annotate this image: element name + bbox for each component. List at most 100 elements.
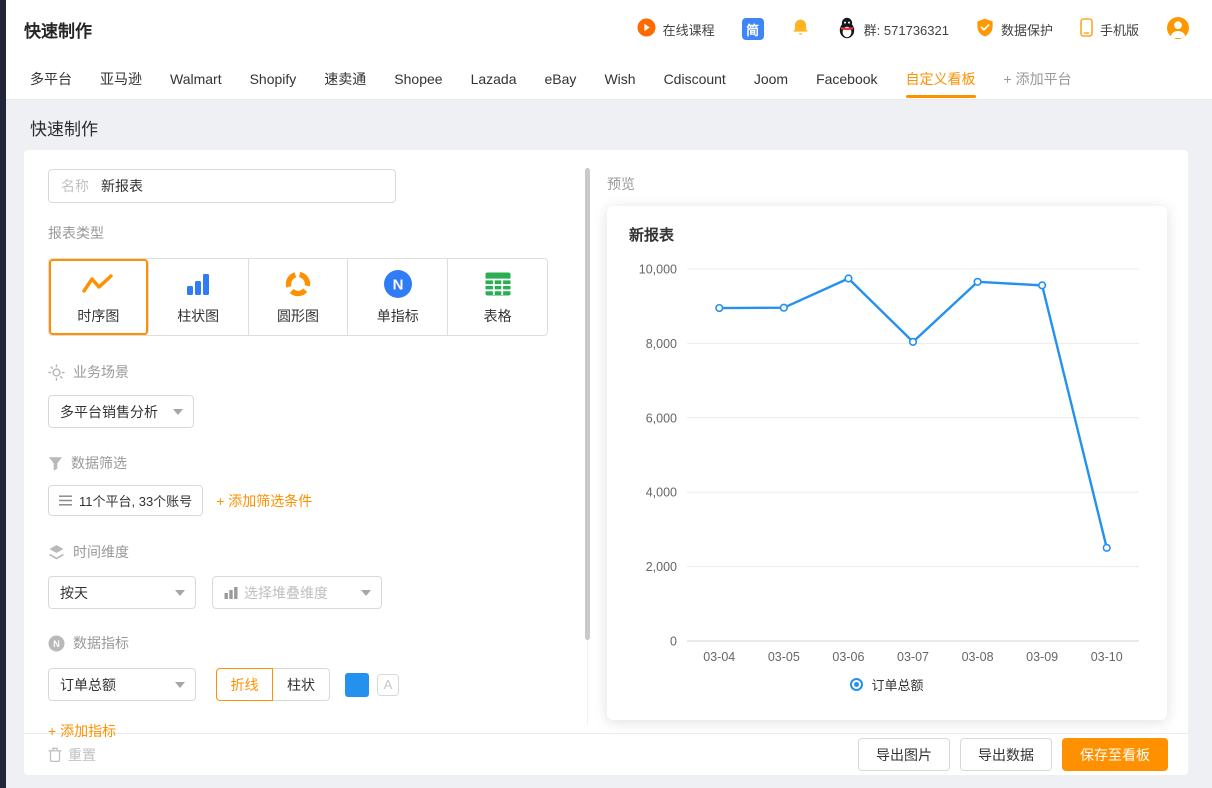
report-name-field: 名称: [48, 169, 396, 203]
user-avatar[interactable]: [1166, 16, 1190, 43]
nav-tab-shopify[interactable]: Shopify: [250, 58, 297, 100]
preview-label: 预览: [607, 174, 1188, 194]
chart-legend[interactable]: 订单总额: [607, 675, 1167, 694]
nav-add-platform[interactable]: + 添加平台: [1004, 58, 1072, 100]
nav-tab-label: Wish: [604, 71, 635, 87]
nav-tab-shopee[interactable]: Shopee: [394, 58, 442, 100]
name-label: 名称: [61, 176, 89, 196]
svg-text:03-04: 03-04: [703, 650, 735, 664]
style-bar-option[interactable]: 柱状: [273, 668, 330, 701]
scene-section-head: 业务场景: [48, 362, 590, 382]
hamburger-icon: [59, 495, 72, 506]
time-granularity-select[interactable]: 按天: [48, 576, 196, 609]
top-header: 快速制作 在线课程 简: [6, 0, 1212, 58]
online-course-link[interactable]: 在线课程: [637, 18, 715, 40]
chevron-down-icon: [175, 590, 185, 596]
save-to-dashboard-button[interactable]: 保存至看板: [1062, 738, 1168, 771]
avatar-icon: [1166, 16, 1190, 43]
metric-select[interactable]: 订单总额: [48, 668, 196, 701]
card-body: 名称 报表类型 时序图 柱状图: [24, 150, 1188, 733]
style-line-label: 折线: [231, 675, 259, 695]
bar-chart-icon: [185, 269, 211, 299]
nav-tab-facebook[interactable]: Facebook: [816, 58, 877, 100]
data-protection-label: 数据保护: [1001, 20, 1053, 39]
type-label: 表格: [484, 306, 512, 326]
lang-badge-label: 简: [746, 20, 759, 39]
nav-tab-multiplatform[interactable]: 多平台: [30, 58, 72, 100]
type-bar-chart[interactable]: 柱状图: [149, 259, 249, 335]
stack-dimension-select[interactable]: 选择堆叠维度: [212, 576, 382, 609]
nav-tab-joom[interactable]: Joom: [754, 58, 788, 100]
simplified-chinese-badge[interactable]: 简: [742, 18, 764, 40]
platform-filter-button[interactable]: 11个平台, 33个账号: [48, 485, 203, 516]
nav-tab-lazada[interactable]: Lazada: [471, 58, 517, 100]
add-metric-link[interactable]: + 添加指标: [48, 721, 116, 741]
stack-dimension-placeholder: 选择堆叠维度: [244, 583, 328, 603]
qq-group[interactable]: 群: 571736321: [837, 17, 949, 42]
nav-tab-aliexpress[interactable]: 速卖通: [324, 58, 366, 100]
svg-text:8,000: 8,000: [646, 337, 677, 351]
export-data-button[interactable]: 导出数据: [960, 738, 1052, 771]
page-title: 快速制作: [6, 100, 1212, 150]
type-pie-chart[interactable]: 圆形图: [249, 259, 349, 335]
nav-tab-label: Joom: [754, 71, 788, 87]
shield-check-icon: [976, 18, 994, 41]
nav-tab-label: 自定义看板: [906, 69, 976, 89]
nav-tab-walmart[interactable]: Walmart: [170, 58, 222, 100]
reset-button[interactable]: 重置: [48, 745, 96, 765]
svg-text:03-09: 03-09: [1026, 650, 1058, 664]
mobile-version[interactable]: 手机版: [1080, 18, 1139, 40]
nav-tab-label: Facebook: [816, 71, 877, 87]
nav-tab-label: eBay: [545, 71, 577, 87]
platform-nav: 多平台 亚马逊 Walmart Shopify 速卖通 Shopee Lazad…: [6, 58, 1212, 100]
add-filter-link[interactable]: + 添加筛选条件: [216, 491, 312, 511]
metric-row: 订单总额 折线 柱状 A: [48, 668, 590, 701]
filter-value: 11个平台, 33个账号: [79, 491, 192, 510]
nav-tab-label: Cdiscount: [664, 71, 726, 87]
scene-value: 多平台销售分析: [60, 402, 158, 422]
chart-title: 新报表: [607, 206, 1167, 245]
svg-text:0: 0: [670, 635, 677, 649]
bell-icon: [791, 18, 810, 41]
n-circle-icon: N: [383, 269, 413, 299]
time-dim-section-head: 时间维度: [48, 542, 590, 562]
type-label: 时序图: [77, 306, 119, 326]
filter-label: 数据筛选: [71, 453, 127, 473]
report-type-label: 报表类型: [48, 223, 590, 243]
nav-tab-label: + 添加平台: [1004, 69, 1072, 89]
preview-pane: 预览 新报表 02,0004,0006,0008,00010,00003-040…: [590, 150, 1188, 733]
nav-tab-custom-dashboard[interactable]: 自定义看板: [906, 58, 976, 100]
chevron-down-icon: [175, 682, 185, 688]
nav-tab-amazon[interactable]: 亚马逊: [100, 58, 142, 100]
style-line-option[interactable]: 折线: [216, 668, 273, 701]
legend-marker-icon: [850, 678, 863, 691]
svg-text:N: N: [392, 276, 403, 293]
nav-tab-ebay[interactable]: eBay: [545, 58, 577, 100]
time-dim-row: 按天 选择堆叠维度: [48, 562, 590, 609]
svg-text:6,000: 6,000: [646, 411, 677, 425]
legend-label: 订单总额: [871, 675, 923, 694]
line-chart-icon: [81, 269, 115, 299]
nav-tab-label: Shopify: [250, 71, 297, 87]
nav-tab-cdiscount[interactable]: Cdiscount: [664, 58, 726, 100]
type-single-metric[interactable]: N 单指标: [348, 259, 448, 335]
nav-tab-wish[interactable]: Wish: [604, 58, 635, 100]
donut-chart-icon: [284, 269, 312, 299]
notification-bell[interactable]: [791, 18, 810, 41]
style-bar-label: 柱状: [287, 675, 315, 695]
export-image-button[interactable]: 导出图片: [858, 738, 950, 771]
type-timeseries[interactable]: 时序图: [49, 259, 149, 335]
data-protection[interactable]: 数据保护: [976, 18, 1053, 41]
mini-bars-icon: [224, 586, 238, 599]
phone-icon: [1080, 18, 1093, 40]
metric-section-head: N 数据指标: [48, 633, 590, 653]
scene-select[interactable]: 多平台销售分析: [48, 395, 194, 428]
reset-label: 重置: [68, 745, 96, 765]
type-table[interactable]: 表格: [448, 259, 547, 335]
font-style-button[interactable]: A: [377, 674, 399, 696]
line-chart: 02,0004,0006,0008,00010,00003-0403-0503-…: [625, 253, 1145, 665]
mobile-version-label: 手机版: [1100, 20, 1139, 39]
report-name-input[interactable]: [101, 178, 341, 194]
series-color-swatch[interactable]: [345, 673, 369, 697]
filter-section-head: 数据筛选: [48, 453, 590, 473]
